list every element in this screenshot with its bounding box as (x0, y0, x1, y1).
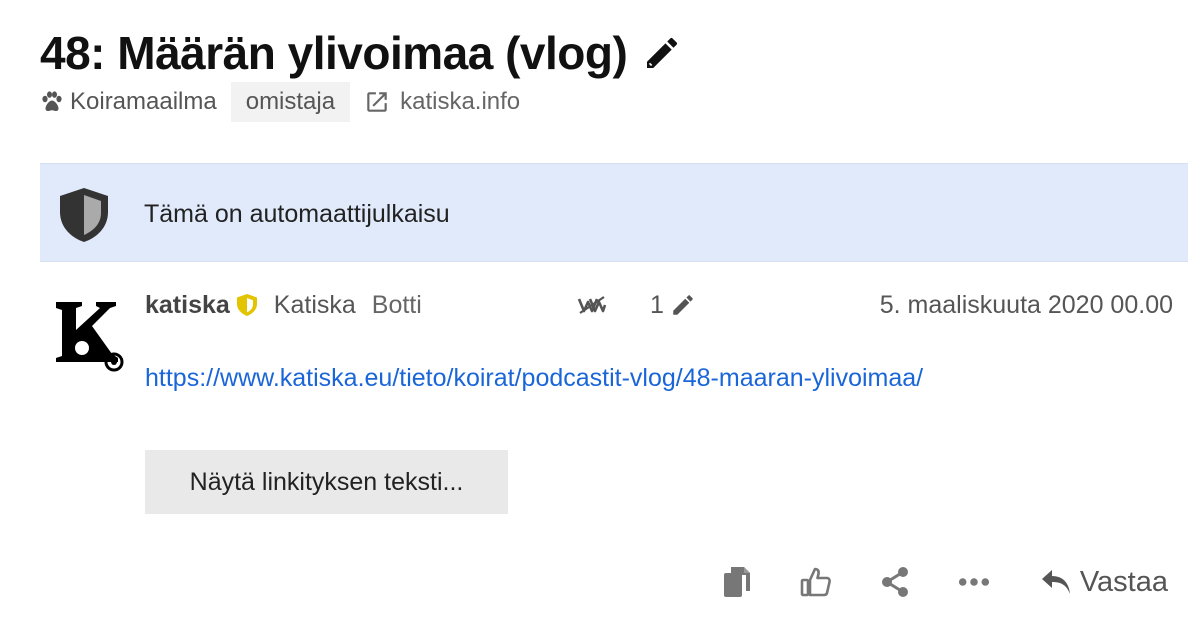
topic-title[interactable]: 48: Määrän ylivoimaa (vlog) (40, 26, 628, 80)
notice-text: Tämä on automaattijulkaisu (144, 200, 450, 228)
show-link-text-button[interactable]: Näytä linkityksen teksti... (145, 450, 508, 514)
topic-header: 48: Määrän ylivoimaa (vlog) (40, 26, 683, 80)
paw-icon (42, 91, 62, 112)
category-name: Koiramaailma (70, 88, 217, 115)
post-actions: Vastaa (721, 562, 1168, 602)
username[interactable]: katiska (145, 291, 230, 320)
topic-tag[interactable]: omistaja (230, 82, 351, 122)
moderator-shield-icon (236, 293, 258, 317)
thumbs-up-icon[interactable] (800, 564, 832, 600)
avatar[interactable]: K (52, 296, 130, 374)
reply-label: Vastaa (1079, 565, 1168, 598)
external-link-label: katiska.info (400, 88, 521, 115)
category-badge[interactable]: Koiramaailma (40, 88, 217, 116)
shield-icon (56, 186, 112, 249)
full-name[interactable]: Katiska (274, 291, 356, 320)
copy-icon[interactable] (721, 564, 753, 600)
post-link[interactable]: https://www.katiska.eu/tieto/koirat/podc… (145, 364, 923, 393)
wiki-icon[interactable] (577, 293, 607, 324)
poster-info: katiska Katiska Botti 1 5. maaliskuuta 2… (145, 288, 1175, 322)
post-date[interactable]: 5. maaliskuuta 2020 00.00 (880, 288, 1173, 322)
edit-count: 1 (650, 290, 664, 319)
user-title: Botti (371, 290, 422, 319)
reply-icon (1041, 570, 1070, 594)
edit-history[interactable]: 1 (650, 288, 696, 322)
ellipsis-icon[interactable] (958, 564, 990, 600)
edit-title-pencil-icon[interactable] (641, 32, 683, 74)
share-icon[interactable] (879, 564, 911, 600)
external-link[interactable]: katiska.info (364, 88, 520, 116)
post: K katiska Katiska Botti 1 5. maaliskuuta… (40, 270, 1188, 620)
pencil-icon (673, 295, 693, 315)
topic-meta: Koiramaailma omistaja katiska.info (40, 82, 520, 122)
reply-button[interactable]: Vastaa (1040, 566, 1168, 599)
external-link-icon (367, 92, 387, 112)
auto-post-notice: Tämä on automaattijulkaisu (40, 163, 1188, 262)
